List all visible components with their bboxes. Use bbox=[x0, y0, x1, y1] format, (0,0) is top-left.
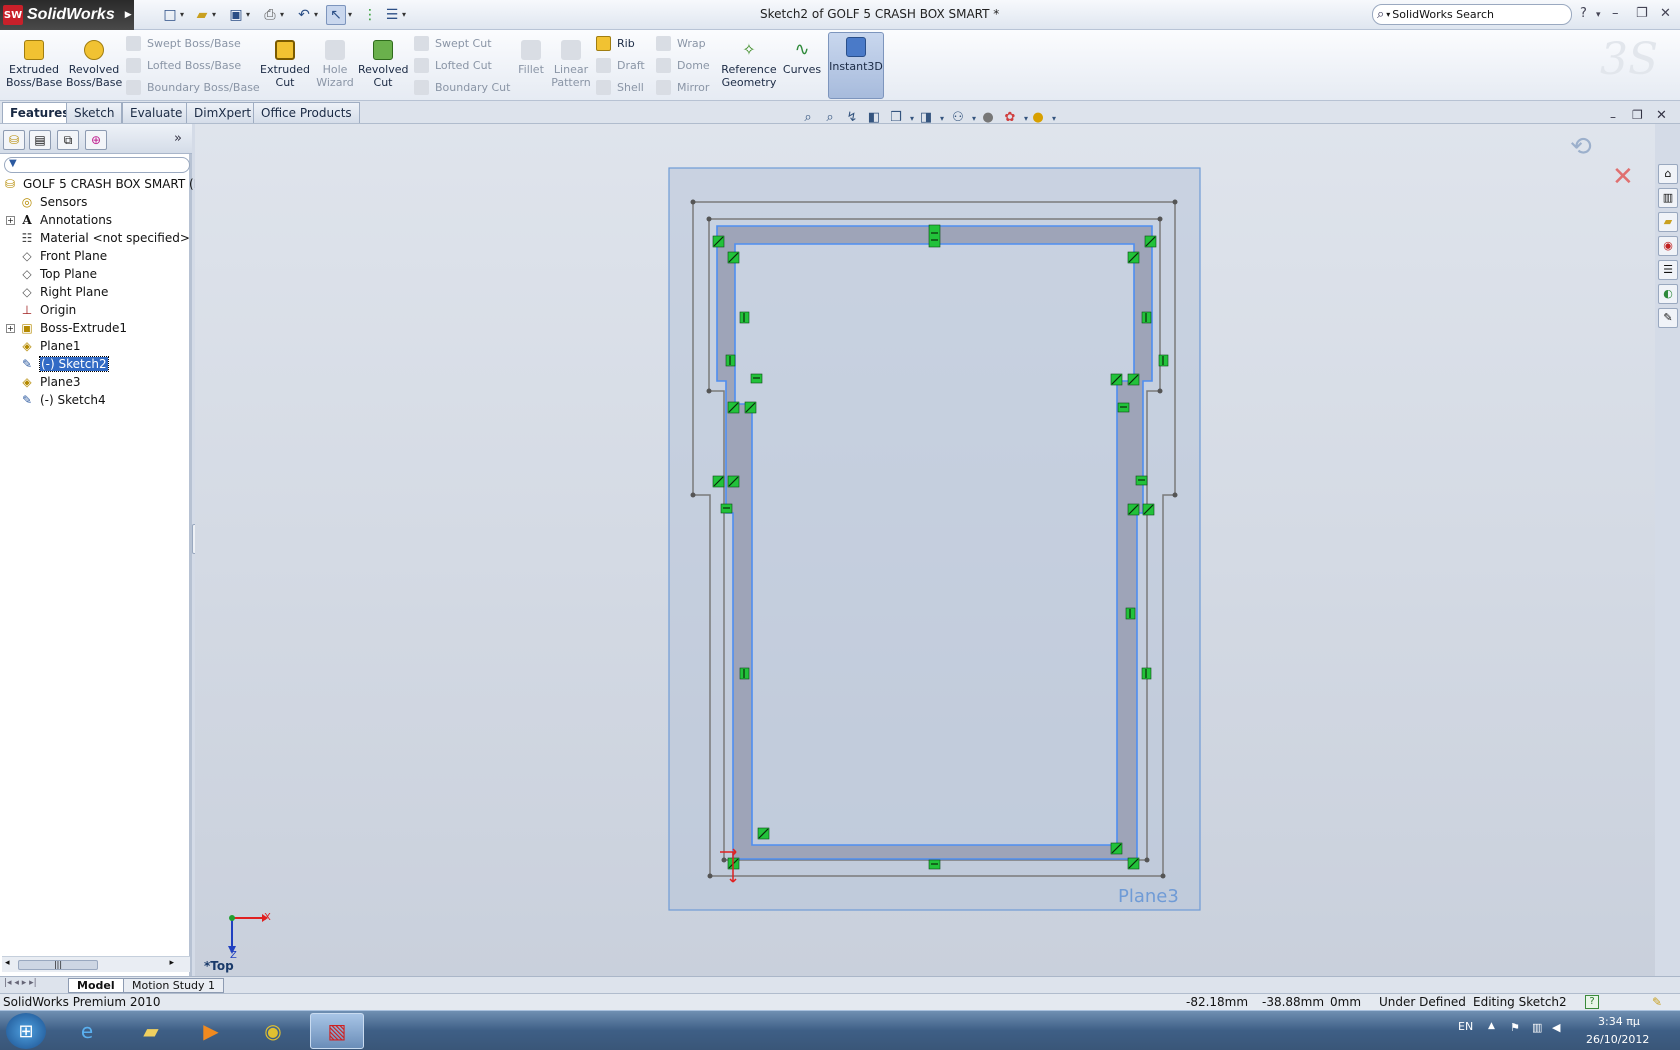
media-player-icon[interactable]: ▶ bbox=[184, 1013, 238, 1049]
tab-motion-study-1[interactable]: Motion Study 1 bbox=[123, 978, 225, 993]
help-status-icon[interactable]: ? bbox=[1585, 995, 1599, 1009]
network-icon[interactable]: ▥ bbox=[1532, 1021, 1542, 1034]
clock-time[interactable]: 3:34 πμ bbox=[1598, 1015, 1640, 1028]
tab-navigation-arrows-icon[interactable]: |◂ ◂ ▸ ▸| bbox=[4, 978, 37, 988]
axis-x-label: X bbox=[264, 912, 271, 923]
sketch-canvas: Plane3 X Z *Top bbox=[204, 167, 1201, 973]
internet-explorer-icon[interactable]: e bbox=[60, 1013, 114, 1049]
language-indicator[interactable]: EN bbox=[1458, 1020, 1473, 1033]
coordinate-x: -82.18mm bbox=[1186, 995, 1249, 1009]
sketch-state: Under Defined bbox=[1379, 995, 1466, 1009]
plane-label: Plane3 bbox=[1118, 886, 1179, 907]
start-button[interactable]: ⊞ bbox=[6, 1013, 46, 1049]
coordinate-z: 0mm bbox=[1330, 995, 1362, 1009]
quick-tips-icon[interactable]: ✎ bbox=[1652, 995, 1662, 1009]
product-name: SolidWorks Premium 2010 bbox=[3, 995, 161, 1009]
windows-taskbar: ⊞ e ▰ ▶ ◉ ▧ EN ▲ ⚑ ▥ ◀ 3:34 πμ 26/10/201… bbox=[0, 1010, 1680, 1050]
chrome-icon[interactable]: ◉ bbox=[246, 1013, 300, 1049]
clock-date[interactable]: 26/10/2012 bbox=[1586, 1033, 1649, 1046]
bottom-tabs-bar: |◂ ◂ ▸ ▸| Model Motion Study 1 bbox=[0, 976, 1680, 993]
status-bar: SolidWorks Premium 2010 -82.18mm -38.88m… bbox=[0, 993, 1680, 1010]
windows-logo-icon: ⊞ bbox=[18, 1020, 34, 1042]
show-hidden-icons-icon[interactable]: ▲ bbox=[1488, 1021, 1495, 1031]
view-triad: X Z bbox=[228, 912, 271, 961]
volume-icon[interactable]: ◀ bbox=[1552, 1021, 1560, 1034]
file-explorer-taskbar-icon[interactable]: ▰ bbox=[124, 1013, 178, 1049]
solidworks-taskbar-icon[interactable]: ▧ bbox=[310, 1013, 364, 1049]
view-name-label: *Top bbox=[204, 959, 234, 973]
flag-icon[interactable]: ⚑ bbox=[1510, 1021, 1520, 1034]
system-tray: EN ▲ ⚑ ▥ ◀ 3:34 πμ 26/10/2012 bbox=[1380, 1011, 1680, 1050]
tab-model[interactable]: Model bbox=[68, 978, 124, 993]
coordinate-y: -38.88mm bbox=[1262, 995, 1325, 1009]
editing-status: Editing Sketch2 bbox=[1473, 995, 1567, 1009]
